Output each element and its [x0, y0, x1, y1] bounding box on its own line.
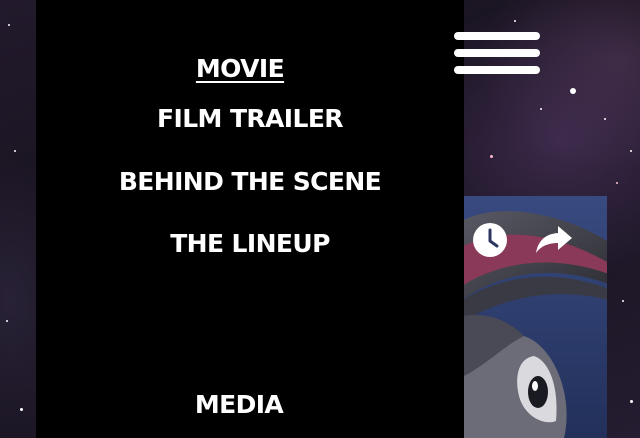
star [14, 150, 16, 152]
star [6, 320, 8, 322]
nav-item-the-lineup[interactable]: THE LINEUP [36, 229, 464, 259]
star [570, 88, 576, 94]
hamburger-bar [454, 32, 540, 40]
star [622, 300, 624, 302]
star [630, 400, 633, 403]
star [604, 118, 606, 120]
nav-item-movie[interactable]: MOVIE [26, 54, 454, 84]
nav-item-film-trailer[interactable]: FILM TRAILER [36, 104, 464, 134]
star [630, 150, 632, 152]
star [8, 24, 10, 26]
clock-icon[interactable] [472, 222, 508, 262]
star [514, 20, 516, 22]
nav-item-media[interactable]: MEDIA [25, 390, 453, 420]
star [540, 108, 542, 110]
star [490, 155, 493, 158]
hamburger-bar [454, 66, 540, 74]
star [20, 408, 23, 411]
video-thumbnail-card[interactable] [464, 196, 607, 438]
share-arrow-icon[interactable] [534, 222, 574, 260]
side-navigation-panel: MOVIE FILM TRAILER BEHIND THE SCENE THE … [36, 0, 464, 438]
hamburger-menu-icon[interactable] [454, 32, 540, 76]
star [616, 182, 618, 184]
nav-item-behind-the-scene[interactable]: BEHIND THE SCENE [36, 167, 464, 197]
hamburger-bar [454, 49, 540, 57]
